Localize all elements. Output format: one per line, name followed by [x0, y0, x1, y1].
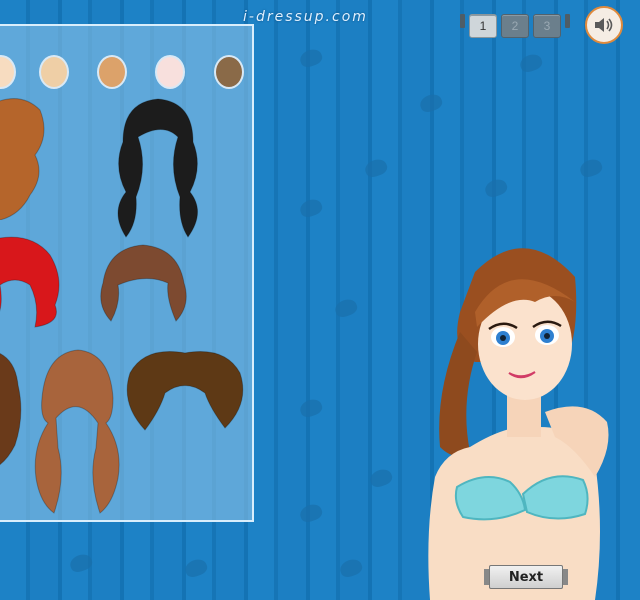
hair-option-auburn-wavy[interactable] — [0, 95, 60, 220]
bg-heart-icon — [182, 556, 210, 580]
bg-heart-icon — [367, 466, 395, 490]
page-button-2[interactable]: 2 — [501, 14, 529, 38]
bg-heart-icon — [332, 296, 360, 320]
hair-option-dark-brown-curly[interactable] — [0, 345, 30, 470]
bg-heart-icon — [517, 51, 545, 75]
page-selector-cap — [460, 14, 465, 28]
site-logo-text: i-dressup.com — [243, 9, 368, 25]
bg-heart-icon — [297, 196, 325, 220]
page-selector: 1 2 3 — [460, 14, 570, 38]
bg-heart-icon — [297, 46, 325, 70]
page-button-1[interactable]: 1 — [469, 14, 497, 38]
hair-option-brown-pigtails[interactable] — [28, 348, 128, 516]
dressup-model — [428, 248, 609, 600]
bg-heart-icon — [417, 91, 445, 115]
bg-heart-icon — [362, 156, 390, 180]
sound-toggle-button[interactable] — [585, 6, 623, 44]
page-selector-cap — [565, 14, 570, 28]
bg-heart-icon — [67, 551, 95, 575]
bg-heart-icon — [297, 396, 325, 420]
bg-heart-icon — [297, 501, 325, 525]
hair-option-red-bob[interactable] — [0, 235, 65, 330]
page-button-3[interactable]: 3 — [533, 14, 561, 38]
skin-tone-swatch[interactable] — [39, 55, 69, 89]
skin-tone-swatch[interactable] — [97, 55, 127, 89]
hair-option-brown-bob-bangs[interactable] — [96, 243, 191, 323]
bg-heart-icon — [337, 556, 365, 580]
hair-option-black-long-wavy[interactable] — [108, 97, 208, 242]
hair-option-brown-afro[interactable] — [125, 348, 245, 436]
bg-heart-icon — [577, 156, 605, 180]
next-button[interactable]: Next — [484, 565, 568, 589]
speaker-icon — [595, 18, 613, 32]
skin-tone-swatch[interactable] — [155, 55, 185, 89]
skin-tone-swatch[interactable] — [214, 55, 244, 89]
bg-heart-icon — [482, 176, 510, 200]
